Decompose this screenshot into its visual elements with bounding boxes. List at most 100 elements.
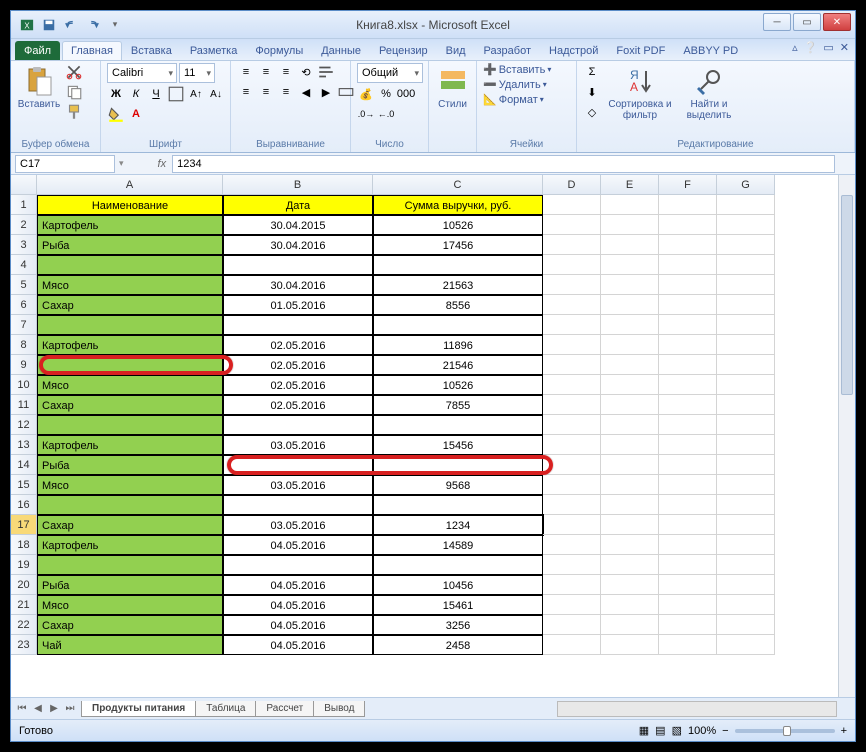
row-header[interactable]: 5: [11, 275, 37, 295]
table-header-cell[interactable]: Наименование: [37, 195, 223, 215]
paste-button[interactable]: Вставить: [17, 63, 61, 110]
amount-cell[interactable]: 10456: [373, 575, 543, 595]
empty-cell[interactable]: [659, 295, 717, 315]
ribbon-close-doc-icon[interactable]: ✕: [840, 41, 849, 54]
empty-cell[interactable]: [543, 275, 601, 295]
empty-cell[interactable]: [601, 435, 659, 455]
empty-cell[interactable]: [717, 215, 775, 235]
col-header-F[interactable]: F: [659, 175, 717, 195]
styles-button[interactable]: Стили: [435, 63, 470, 110]
italic-button[interactable]: К: [127, 85, 145, 103]
name-box-dropdown-icon[interactable]: ▾: [119, 158, 124, 169]
tab-данные[interactable]: Данные: [312, 41, 370, 60]
align-bottom-icon[interactable]: ≡: [277, 63, 295, 81]
col-header-D[interactable]: D: [543, 175, 601, 195]
currency-icon[interactable]: 💰: [357, 85, 375, 103]
row-header[interactable]: 7: [11, 315, 37, 335]
name-cell[interactable]: [37, 315, 223, 335]
number-format-combo[interactable]: Общий: [357, 63, 423, 83]
amount-cell[interactable]: 3256: [373, 615, 543, 635]
row-header[interactable]: 14: [11, 455, 37, 475]
empty-cell[interactable]: [543, 595, 601, 615]
row-header[interactable]: 23: [11, 635, 37, 655]
horizontal-scrollbar[interactable]: [557, 701, 837, 717]
bold-button[interactable]: Ж: [107, 85, 125, 103]
amount-cell[interactable]: [373, 455, 543, 475]
decrease-font-icon[interactable]: A↓: [207, 85, 225, 103]
row-header[interactable]: 9: [11, 355, 37, 375]
amount-cell[interactable]: 15461: [373, 595, 543, 615]
tab-надстрой[interactable]: Надстрой: [540, 41, 607, 60]
vertical-scrollbar[interactable]: [838, 175, 855, 697]
font-name-combo[interactable]: Calibri: [107, 63, 177, 83]
clear-icon[interactable]: ◇: [583, 103, 601, 121]
empty-cell[interactable]: [659, 215, 717, 235]
empty-cell[interactable]: [543, 615, 601, 635]
align-center-icon[interactable]: ≡: [257, 83, 275, 101]
border-icon[interactable]: [167, 85, 185, 103]
align-left-icon[interactable]: ≡: [237, 83, 255, 101]
amount-cell[interactable]: 10526: [373, 375, 543, 395]
empty-cell[interactable]: [601, 215, 659, 235]
date-cell[interactable]: 03.05.2016: [223, 475, 373, 495]
empty-cell[interactable]: [659, 515, 717, 535]
increase-font-icon[interactable]: A↑: [187, 85, 205, 103]
name-cell[interactable]: [37, 495, 223, 515]
empty-cell[interactable]: [659, 335, 717, 355]
select-all-corner[interactable]: [11, 175, 37, 195]
close-button[interactable]: ✕: [823, 13, 851, 31]
name-cell[interactable]: Рыба: [37, 575, 223, 595]
empty-cell[interactable]: [543, 255, 601, 275]
tab-разметка[interactable]: Разметка: [181, 41, 247, 60]
tab-разработ[interactable]: Разработ: [475, 41, 540, 60]
decrease-indent-icon[interactable]: ◀: [297, 83, 315, 101]
row-header[interactable]: 20: [11, 575, 37, 595]
copy-icon[interactable]: [65, 83, 83, 101]
row-header[interactable]: 18: [11, 535, 37, 555]
underline-button[interactable]: Ч: [147, 85, 165, 103]
empty-cell[interactable]: [659, 635, 717, 655]
amount-cell[interactable]: 10526: [373, 215, 543, 235]
tab-рецензир[interactable]: Рецензир: [370, 41, 437, 60]
align-right-icon[interactable]: ≡: [277, 83, 295, 101]
font-color-icon[interactable]: А: [127, 105, 145, 123]
date-cell[interactable]: 04.05.2016: [223, 595, 373, 615]
empty-cell[interactable]: [717, 515, 775, 535]
table-header-cell[interactable]: Дата: [223, 195, 373, 215]
empty-cell[interactable]: [659, 395, 717, 415]
row-header[interactable]: 17: [11, 515, 37, 535]
row-header[interactable]: 6: [11, 295, 37, 315]
name-cell[interactable]: Мясо: [37, 595, 223, 615]
row-header[interactable]: 16: [11, 495, 37, 515]
amount-cell[interactable]: 9568: [373, 475, 543, 495]
empty-cell[interactable]: [659, 455, 717, 475]
empty-cell[interactable]: [543, 495, 601, 515]
empty-cell[interactable]: [717, 335, 775, 355]
delete-cells-button[interactable]: ➖Удалить▾: [483, 78, 547, 91]
align-middle-icon[interactable]: ≡: [257, 63, 275, 81]
name-box[interactable]: C17: [15, 155, 115, 173]
empty-cell[interactable]: [601, 535, 659, 555]
empty-cell[interactable]: [601, 475, 659, 495]
increase-indent-icon[interactable]: ▶: [317, 83, 335, 101]
excel-icon[interactable]: X: [17, 15, 37, 35]
empty-cell[interactable]: [543, 215, 601, 235]
empty-cell[interactable]: [659, 275, 717, 295]
empty-cell[interactable]: [543, 535, 601, 555]
empty-cell[interactable]: [717, 295, 775, 315]
name-cell[interactable]: Рыба: [37, 455, 223, 475]
empty-cell[interactable]: [717, 555, 775, 575]
name-cell[interactable]: Рыба: [37, 235, 223, 255]
empty-cell[interactable]: [601, 615, 659, 635]
amount-cell[interactable]: 7855: [373, 395, 543, 415]
row-header[interactable]: 15: [11, 475, 37, 495]
date-cell[interactable]: 30.04.2016: [223, 235, 373, 255]
empty-cell[interactable]: [659, 435, 717, 455]
tab-формулы[interactable]: Формулы: [246, 41, 312, 60]
zoom-in-button[interactable]: +: [841, 725, 847, 737]
empty-cell[interactable]: [659, 475, 717, 495]
empty-cell[interactable]: [659, 615, 717, 635]
align-top-icon[interactable]: ≡: [237, 63, 255, 81]
empty-cell[interactable]: [543, 315, 601, 335]
amount-cell[interactable]: 1234: [373, 515, 543, 535]
